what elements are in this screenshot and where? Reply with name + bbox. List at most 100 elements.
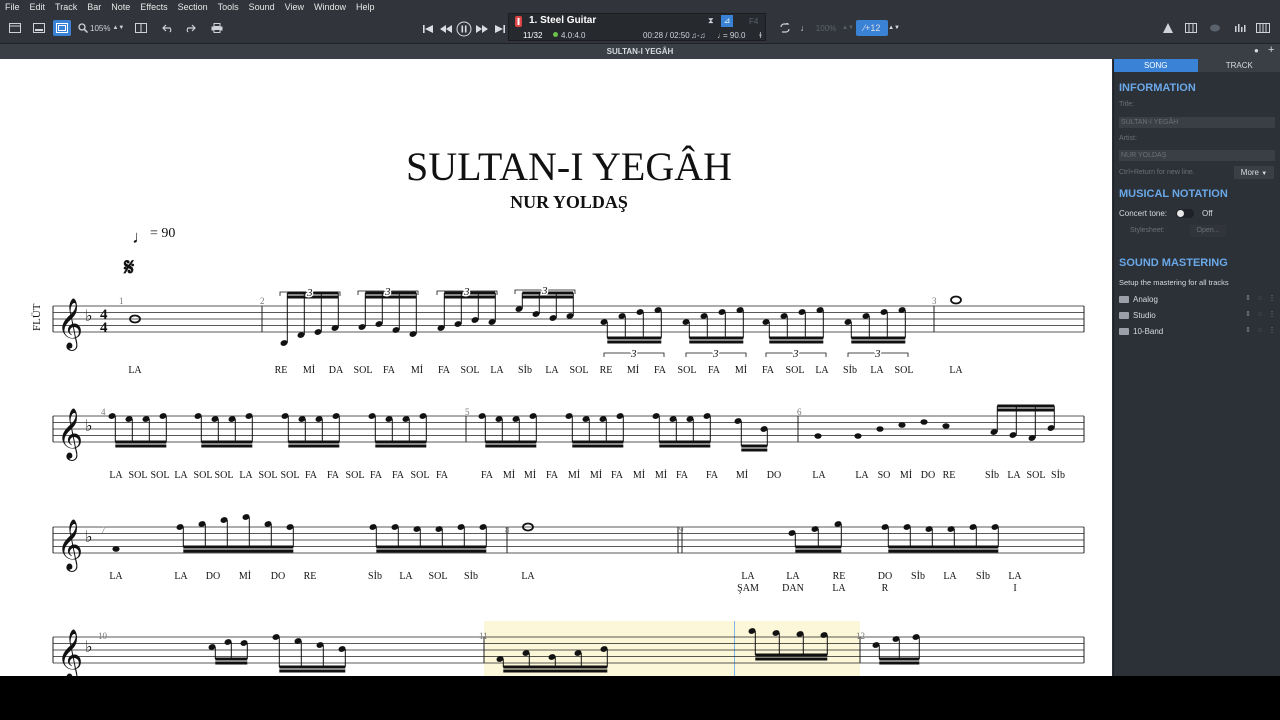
time-signature-denominator: 4 [100,320,108,336]
fretboard-button[interactable] [1183,20,1199,36]
transpose-stepper-icon[interactable]: ▲▼ [888,20,900,36]
stepper-icon[interactable]: ⇕ [1243,310,1253,320]
lyric-syllable: SO [877,470,891,481]
mastering-row-analog[interactable]: Analog ⇕ ◌ ⋮ [1119,293,1277,305]
speed-stepper-icon[interactable]: ▲▼ [842,20,854,36]
concert-tone-label: Concert tone: [1119,209,1168,218]
menu-file[interactable]: File [2,0,23,14]
zoom-control[interactable]: 105% ▲▼ [78,20,128,36]
panel-icon [9,23,21,33]
panel-toggle-button[interactable] [6,20,24,36]
bar-position: 11/32 [523,31,543,40]
menu-bar-item[interactable]: Bar [84,0,104,14]
forward-button[interactable] [474,21,490,37]
metronome-toggle[interactable]: ⊿ [721,15,733,27]
lyric-syllable: FA [437,365,451,376]
status-dot-icon [553,32,558,37]
rewind-icon [440,25,452,33]
pause-button[interactable] [456,21,472,37]
notehead [112,546,120,552]
drum-icon [1210,24,1220,32]
lyric-syllable: LA [239,470,253,481]
treble-clef-icon: 𝄞 [57,408,83,461]
layout-button[interactable] [130,20,152,36]
lyric-syllable: RE [599,365,613,376]
track-name[interactable]: 1. Steel Guitar [529,15,596,26]
kebab-menu-icon[interactable]: ⋮ [1267,294,1277,304]
measure-number: 7 [101,525,106,535]
mastering-row-10-band[interactable]: 10-Band ⇕ ◌ ⋮ [1119,325,1277,337]
add-icon[interactable]: + [1268,44,1278,56]
power-icon[interactable]: ◌ [1255,326,1265,336]
stylesheet-open-button[interactable]: Open... [1190,225,1226,237]
fit-view-button[interactable] [53,20,71,36]
go-start-button[interactable] [420,21,436,37]
print-button[interactable] [208,20,226,36]
tab-track[interactable]: TRACK [1197,59,1280,72]
transpose-button[interactable]: ⁄ +12 [856,20,888,36]
redo-button[interactable] [182,20,198,36]
concert-tone-toggle[interactable] [1176,209,1194,218]
menu-edit[interactable]: Edit [27,0,49,14]
mastering-row-studio[interactable]: Studio ⇕ ◌ ⋮ [1119,309,1277,321]
lyric-syllable: Mİ [567,470,581,481]
toggle-knob [1177,210,1184,217]
key-hint: F4 [749,17,759,26]
lyric-syllable: SOL [128,470,148,481]
lyric-syllable: Sİb [985,470,999,481]
go-end-button[interactable] [492,21,508,37]
tuner-button[interactable] [1160,20,1176,36]
notehead [876,426,884,432]
measure-number: 2 [260,296,265,306]
mixer-button[interactable] [1232,20,1248,36]
panel-dot-icon[interactable]: ● [1254,46,1262,56]
treble-clef-icon: 𝄞 [57,519,83,572]
menu-window[interactable]: Window [311,0,349,14]
artist-field[interactable]: NUR YOLDAŞ [1119,150,1275,161]
title-field[interactable]: SULTAN-I YEGÂH [1119,117,1275,128]
notehead [854,433,862,439]
instrument-view-button[interactable] [1254,20,1272,36]
lyric-syllable: LA [815,365,829,376]
keyboard-icon [1256,23,1270,33]
kebab-menu-icon[interactable]: ⋮ [1267,326,1277,336]
menu-effects[interactable]: Effects [137,0,170,14]
undo-button[interactable] [160,20,176,36]
lyric-syllable: LA [943,571,957,582]
loop-button[interactable] [776,20,794,36]
more-button[interactable]: More ▼ [1234,166,1274,179]
menu-track[interactable]: Track [52,0,80,14]
zoom-stepper-icon: ▲▼ [112,25,125,31]
rewind-button[interactable] [438,21,454,37]
relative-speed-icon[interactable]: ♩ [798,20,812,36]
lyric-syllable: SOL [428,571,448,582]
menu-section[interactable]: Section [175,0,211,14]
lyric-syllable: SOL [258,470,278,481]
lyric-syllable: Mİ [735,470,749,481]
menu-sound[interactable]: Sound [246,0,278,14]
speed-value[interactable]: 100% [812,20,840,36]
redo-icon [186,24,196,33]
lyric-syllable: SOL [280,470,300,481]
menu-note[interactable]: Note [108,0,133,14]
tab-song[interactable]: SONG [1114,59,1198,72]
kebab-menu-icon[interactable]: ⋮ [1267,310,1277,320]
drumkit-button[interactable] [1207,20,1223,36]
tuplet-number: 3 [306,287,313,299]
menu-help[interactable]: Help [353,0,378,14]
hourglass-icon[interactable]: ⧗ [708,16,716,26]
tempo-value: = 90.0 [723,31,746,40]
page-view-button[interactable] [30,20,48,36]
menu-tools[interactable]: Tools [215,0,242,14]
flat-key-signature-icon: ♭ [85,527,93,546]
menu-view[interactable]: View [282,0,307,14]
guitar-icon [515,16,522,27]
stepper-icon[interactable]: ⇕ [1243,326,1253,336]
power-icon[interactable]: ◌ [1255,310,1265,320]
stepper-icon[interactable]: ⇕ [1243,294,1253,304]
lyric-syllable: LA [1008,571,1022,582]
mastering-name: Analog [1133,294,1158,304]
measure-number: 1 [119,296,124,306]
power-icon[interactable]: ◌ [1255,294,1265,304]
lyric-syllable: LA [949,365,963,376]
